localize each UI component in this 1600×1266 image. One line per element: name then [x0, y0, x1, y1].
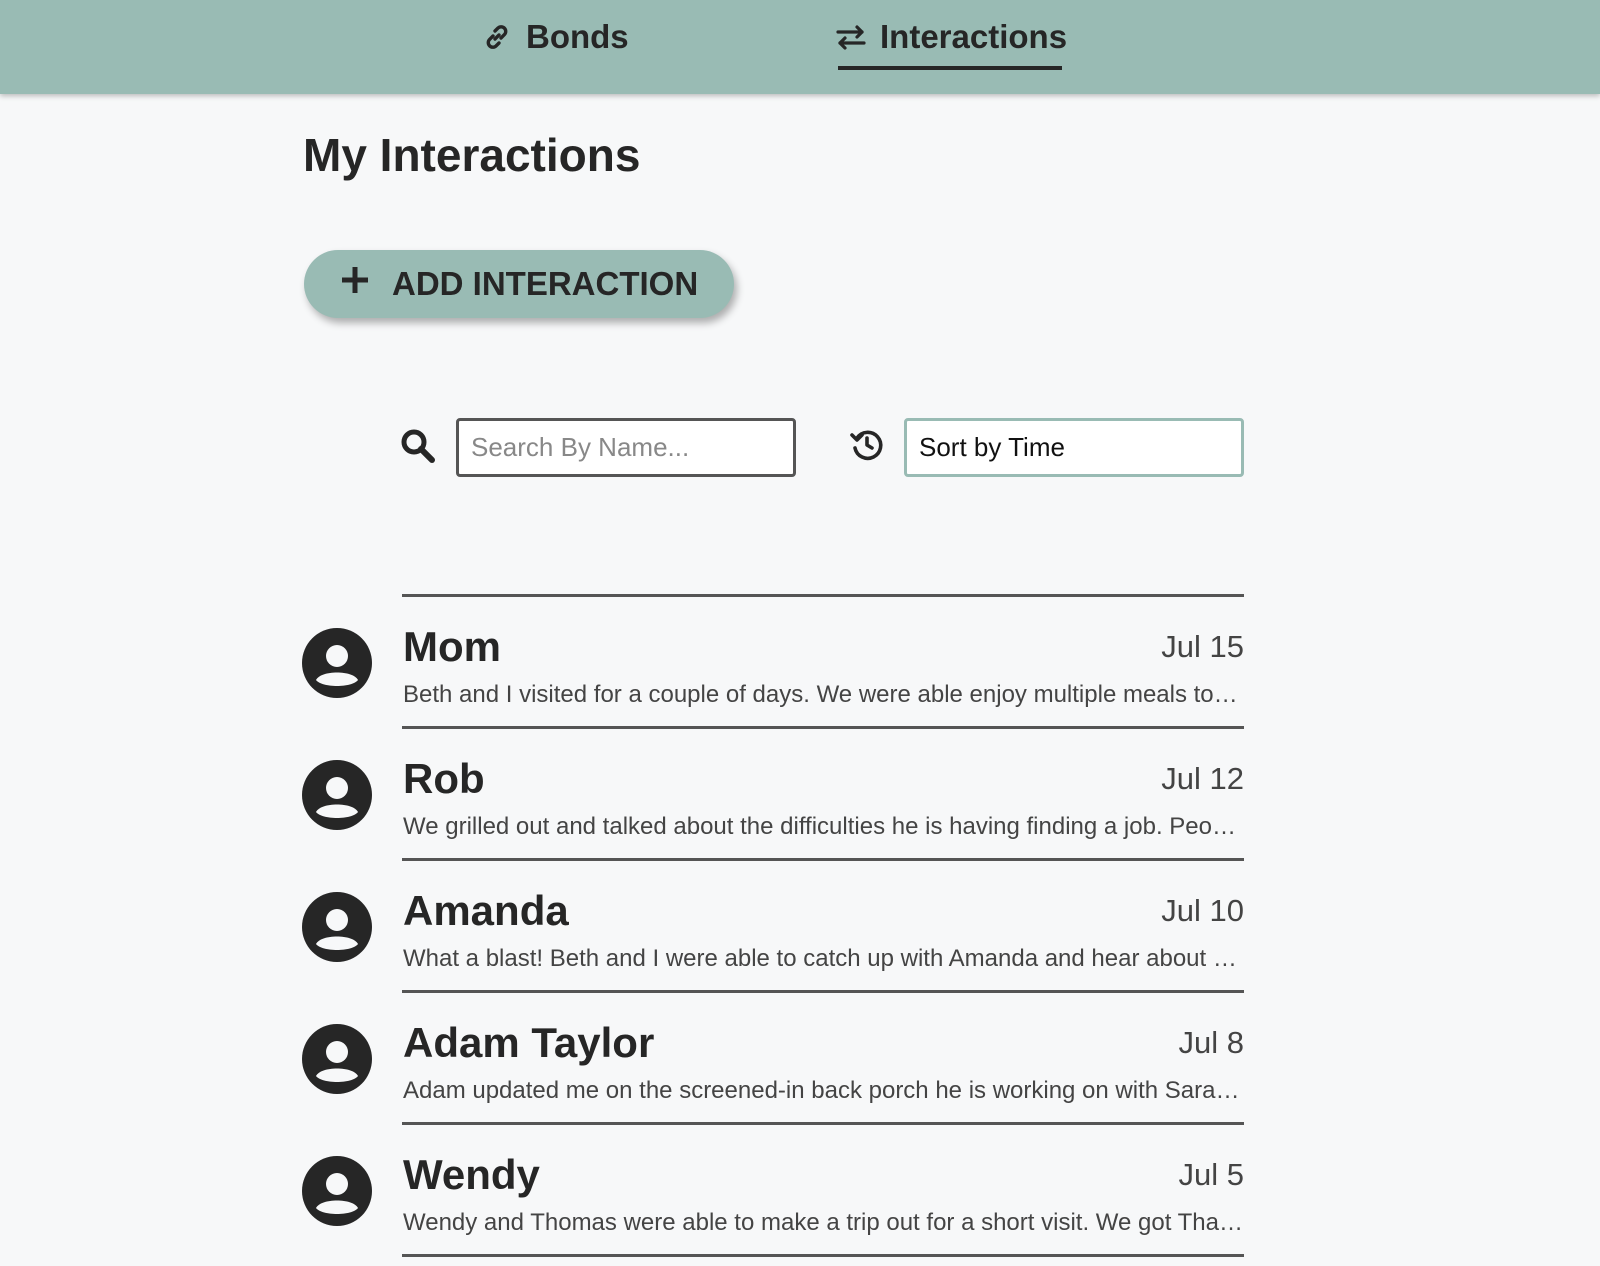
tab-bonds[interactable]: Bonds — [482, 18, 629, 70]
tab-interactions[interactable]: Interactions — [836, 18, 1067, 70]
interaction-summary: What a blast! Beth and I were able to ca… — [403, 945, 1243, 972]
list-item[interactable]: Wendy Jul 5 Wendy and Thomas were able t… — [302, 1125, 1244, 1254]
interaction-name: Mom — [403, 623, 501, 670]
avatar-icon — [302, 760, 372, 835]
add-interaction-button[interactable]: ADD INTERACTION — [304, 250, 734, 318]
avatar-icon — [302, 892, 372, 967]
list-divider — [402, 1254, 1244, 1257]
list-item[interactable]: Amanda Jul 10 What a blast! Beth and I w… — [302, 861, 1244, 990]
interaction-name: Rob — [403, 755, 485, 802]
interaction-date: Jul 8 — [1178, 1025, 1244, 1060]
interaction-date: Jul 5 — [1178, 1157, 1244, 1192]
interaction-summary: We grilled out and talked about the diff… — [403, 813, 1243, 840]
add-interaction-label: ADD INTERACTION — [392, 265, 699, 302]
interaction-name: Adam Taylor — [403, 1019, 655, 1066]
avatar-icon — [302, 1156, 372, 1231]
sort-select[interactable]: Sort by Time — [904, 418, 1244, 477]
interaction-name: Wendy — [403, 1151, 540, 1198]
link-icon — [482, 22, 512, 60]
search-input[interactable] — [456, 418, 796, 477]
interaction-date: Jul 10 — [1161, 893, 1244, 928]
interaction-summary: Wendy and Thomas were able to make a tri… — [403, 1209, 1243, 1236]
interaction-date: Jul 12 — [1161, 761, 1244, 796]
page-title: My Interactions — [303, 129, 641, 181]
list-item[interactable]: Mom Jul 15 Beth and I visited for a coup… — [302, 597, 1244, 726]
list-item[interactable]: Rob Jul 12 We grilled out and talked abo… — [302, 729, 1244, 858]
history-icon — [850, 428, 884, 467]
interaction-summary: Adam updated me on the screened-in back … — [403, 1077, 1243, 1104]
interaction-date: Jul 15 — [1161, 629, 1244, 664]
top-nav-bar: Bonds Interactions — [0, 0, 1600, 94]
active-tab-indicator — [838, 66, 1062, 70]
tab-bonds-label: Bonds — [526, 18, 629, 55]
interaction-list: Mom Jul 15 Beth and I visited for a coup… — [302, 594, 1244, 1257]
swap-arrows-icon — [836, 22, 866, 60]
list-item[interactable]: Adam Taylor Jul 8 Adam updated me on the… — [302, 993, 1244, 1122]
avatar-icon — [302, 628, 372, 703]
sort-select-value: Sort by Time — [919, 432, 1065, 462]
avatar-icon — [302, 1024, 372, 1099]
interaction-summary: Beth and I visited for a couple of days.… — [403, 681, 1243, 708]
tab-interactions-label: Interactions — [880, 18, 1068, 55]
interaction-name: Amanda — [403, 887, 569, 934]
search-icon — [400, 428, 436, 469]
plus-icon — [340, 265, 370, 303]
